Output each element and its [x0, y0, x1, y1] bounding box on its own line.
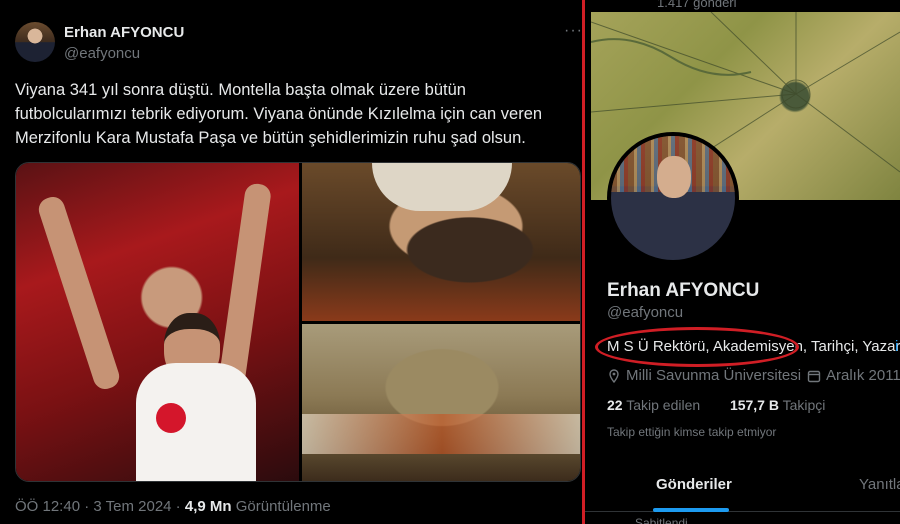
follow-stats: 22 Takip edilen 157,7 B Takipçi	[607, 397, 825, 413]
profile-avatar[interactable]	[607, 132, 739, 264]
bio-more-link[interactable]: i	[895, 338, 898, 355]
mutual-followers-note: Takip ettiğin kimse takip etmiyor	[607, 425, 777, 439]
media-photo-siege-painting[interactable]	[302, 324, 580, 481]
profile-handle: @eafyoncu	[607, 304, 684, 321]
view-count: 4,9 Mn	[184, 498, 232, 515]
tab-posts[interactable]: Gönderiler	[656, 476, 732, 493]
followers-link[interactable]: 157,7 B Takipçi	[730, 397, 825, 413]
tweet-time[interactable]: ÖÖ 12:40	[15, 498, 80, 515]
active-tab-indicator	[653, 508, 729, 512]
author-avatar[interactable]	[15, 22, 55, 62]
pinned-label: Sabitlendi	[635, 516, 688, 524]
location-text: Milli Savunma Üniversitesi	[626, 367, 802, 384]
calendar-icon	[807, 370, 821, 382]
author-handle[interactable]: @eafyoncu	[64, 45, 140, 62]
profile-name: Erhan AFYONCU	[607, 280, 760, 301]
view-label: Görüntülenme	[235, 498, 331, 515]
tweet-date[interactable]: 3 Tem 2024	[93, 498, 171, 515]
profile-joined: Aralık 2011	[807, 367, 900, 384]
media-photo-footballer[interactable]	[16, 163, 299, 481]
profile-panel: 1.417 gönderi Erhan AFYONCU @eafyoncu M …	[585, 0, 900, 524]
tweet-panel: Erhan AFYONCU @eafyoncu ··· Viyana 341 y…	[0, 0, 582, 524]
more-options-icon[interactable]: ···	[564, 22, 583, 40]
tweet-meta: ÖÖ 12:40 · 3 Tem 2024 · 4,9 Mn Görüntüle…	[15, 498, 331, 515]
profile-location: Milli Savunma Üniversitesi	[607, 367, 801, 384]
location-pin-icon	[609, 368, 619, 383]
joined-text: Aralık 2011	[826, 367, 900, 384]
tweet-media-grid	[15, 162, 581, 482]
profile-tabs: Gönderiler Yanıtla	[585, 460, 900, 512]
tweet-text: Viyana 341 yıl sonra düştü. Montella baş…	[15, 81, 543, 147]
following-link[interactable]: 22 Takip edilen	[607, 397, 700, 413]
post-count: 1.417 gönderi	[657, 0, 737, 10]
media-photo-portrait[interactable]	[302, 163, 580, 321]
author-name[interactable]: Erhan AFYONCU	[64, 24, 184, 41]
red-highlight-ellipse	[595, 327, 799, 367]
tab-replies[interactable]: Yanıtla	[859, 476, 900, 493]
